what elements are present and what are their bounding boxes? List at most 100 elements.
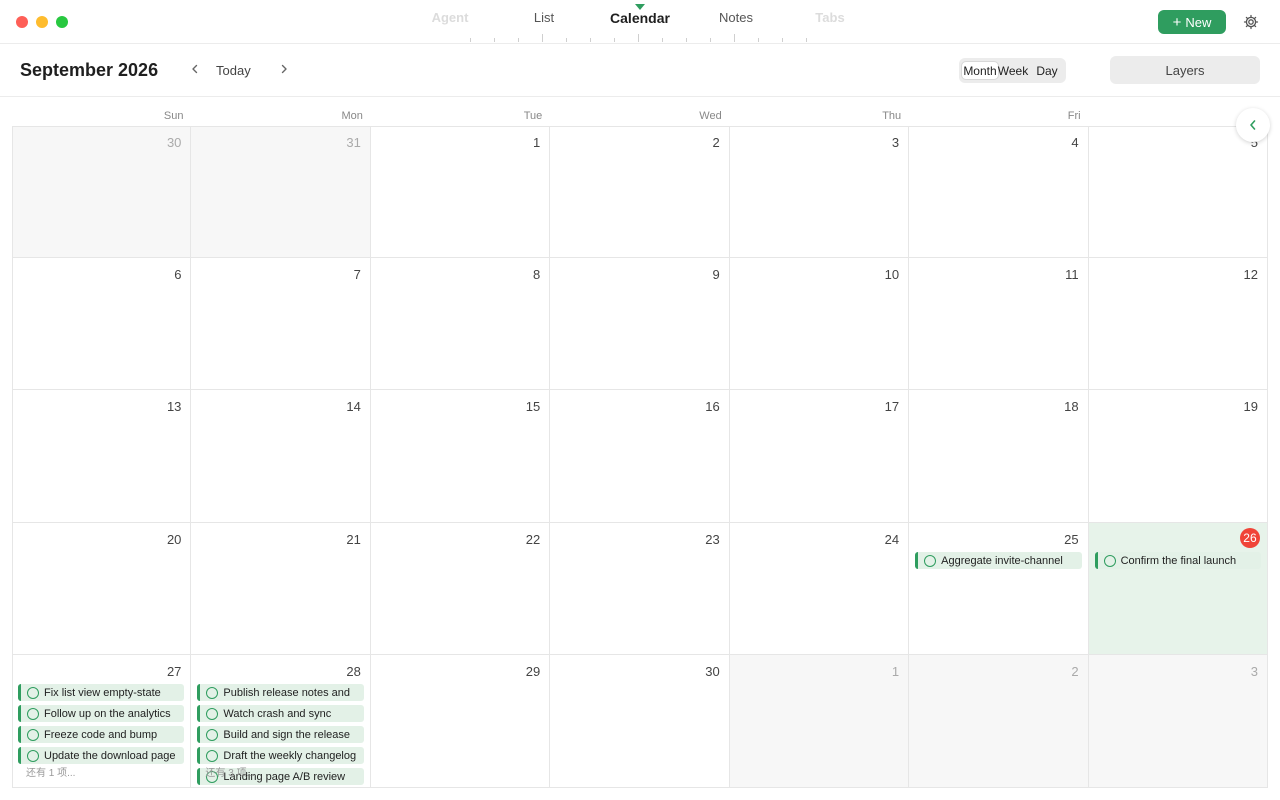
minimize-window-button[interactable] xyxy=(36,16,48,28)
event-chip[interactable]: Publish release notes and xyxy=(197,684,364,701)
tab-agent[interactable]: Agent xyxy=(432,10,469,25)
day-cell[interactable]: 6 xyxy=(12,258,192,390)
event-chip[interactable]: Draft the weekly changelog xyxy=(197,747,364,764)
day-cell[interactable]: 3 xyxy=(729,126,910,258)
day-cell[interactable]: 1 xyxy=(370,126,551,258)
event-chip[interactable]: Update the download page xyxy=(18,747,185,764)
day-cell[interactable]: 30 xyxy=(12,126,192,258)
day-cell[interactable]: 14 xyxy=(191,390,371,523)
event-chip[interactable]: Aggregate invite-channel xyxy=(915,552,1082,569)
day-cell[interactable]: 1 xyxy=(729,655,910,788)
collapse-sidebar-button[interactable] xyxy=(1236,108,1270,142)
day-number: 3 xyxy=(1250,664,1258,679)
day-number: 17 xyxy=(884,399,900,414)
event-title: Freeze code and bump xyxy=(44,728,158,741)
day-cell[interactable]: 25 Aggregate invite-channel xyxy=(909,523,1089,655)
task-checkbox-icon[interactable] xyxy=(27,749,39,762)
day-cell[interactable]: 13 xyxy=(12,390,192,523)
day-cell[interactable]: 15 xyxy=(370,390,551,523)
day-number: 30 xyxy=(166,135,182,150)
day-cell[interactable]: 31 xyxy=(191,126,371,258)
task-checkbox-icon[interactable] xyxy=(27,728,39,741)
day-cell[interactable]: 29 xyxy=(370,655,551,788)
task-checkbox-icon[interactable] xyxy=(27,707,39,720)
gear-icon[interactable] xyxy=(1243,14,1259,30)
day-cell[interactable]: 11 xyxy=(909,258,1089,390)
day-number: 9 xyxy=(712,267,720,282)
more-events-link[interactable]: 还有 1 项... xyxy=(26,764,75,779)
day-number: 11 xyxy=(1065,267,1079,282)
day-cell[interactable]: 2 xyxy=(909,655,1089,788)
day-cell[interactable]: 22 xyxy=(370,523,551,655)
day-cell[interactable]: 12 xyxy=(1088,258,1268,390)
mode-day[interactable]: Day xyxy=(1035,61,1059,80)
event-chip[interactable]: Freeze code and bump xyxy=(18,726,185,743)
chevron-left-icon xyxy=(192,64,198,74)
tab-list[interactable]: List xyxy=(534,10,554,25)
day-cell[interactable]: 7 xyxy=(191,258,371,390)
day-cell[interactable]: 18 xyxy=(909,390,1089,523)
day-cell[interactable]: 30 xyxy=(550,655,730,788)
weekday-mon: Mon xyxy=(341,110,363,122)
next-month-button[interactable] xyxy=(273,58,295,80)
today-button[interactable]: Today xyxy=(216,63,251,78)
day-cell[interactable]: 19 xyxy=(1088,390,1268,523)
day-cell[interactable]: 4 xyxy=(909,126,1089,258)
tab-tabs[interactable]: Tabs xyxy=(815,10,844,25)
new-button[interactable]: + New xyxy=(1158,10,1226,34)
day-number: 3 xyxy=(891,135,900,150)
day-cell[interactable]: 10 xyxy=(729,258,910,390)
task-checkbox-icon[interactable] xyxy=(924,554,937,567)
day-cell[interactable]: 17 xyxy=(729,390,910,523)
day-cell[interactable]: 16 xyxy=(550,390,730,523)
tab-scroll-ruler xyxy=(470,34,810,42)
day-number: 8 xyxy=(533,267,541,282)
day-number: 16 xyxy=(705,399,720,414)
tab-calendar[interactable]: Calendar xyxy=(610,10,670,26)
task-checkbox-icon[interactable] xyxy=(206,749,219,762)
day-cell[interactable]: 3 xyxy=(1088,655,1268,788)
day-number: 23 xyxy=(705,532,720,547)
task-checkbox-icon[interactable] xyxy=(206,686,219,699)
day-cell[interactable]: 9 xyxy=(550,258,730,390)
event-chip[interactable]: Fix list view empty-state xyxy=(18,684,185,701)
event-chip[interactable]: Confirm the final launch xyxy=(1094,552,1261,569)
day-cell[interactable]: 21 xyxy=(191,523,371,655)
task-checkbox-icon[interactable] xyxy=(206,728,219,741)
task-checkbox-icon[interactable] xyxy=(27,686,39,699)
day-cell[interactable]: 28 Publish release notes and Watch crash a… xyxy=(191,655,371,788)
event-chip[interactable]: Follow up on the analytics xyxy=(18,705,185,722)
more-events-link[interactable]: 还有 3 项... xyxy=(205,764,254,779)
task-checkbox-icon[interactable] xyxy=(206,707,219,720)
event-chip[interactable]: Build and sign the release xyxy=(197,726,364,743)
day-cell[interactable]: 26 Confirm the final launch xyxy=(1088,523,1268,655)
close-window-button[interactable] xyxy=(16,16,28,28)
day-cell[interactable]: 8 xyxy=(370,258,551,390)
day-number: 13 xyxy=(166,399,182,414)
event-title: Draft the weekly changelog xyxy=(223,749,357,762)
layers-button[interactable]: Layers xyxy=(1110,56,1260,84)
day-cell[interactable]: 5 xyxy=(1088,126,1268,258)
event-title: Aggregate invite-channel xyxy=(941,554,1063,567)
day-number: 4 xyxy=(1071,135,1079,150)
day-cell[interactable]: 24 xyxy=(729,523,910,655)
month-grid: 30 31 1 2 3 4 5 6 7 8 9 10 11 12 13 14 15 16 17 18 19 20 21 22 2… xyxy=(12,126,1268,788)
previous-month-button[interactable] xyxy=(184,58,206,80)
day-number: 2 xyxy=(712,135,720,150)
event-title: Confirm the final launch xyxy=(1120,554,1237,567)
task-checkbox-icon[interactable] xyxy=(1103,554,1116,567)
mode-month[interactable]: Month xyxy=(961,61,999,80)
day-cell[interactable]: 23 xyxy=(550,523,730,655)
chevron-left-icon xyxy=(1250,120,1256,130)
calendar-toolbar: September 2026 Today Month Week Day Laye… xyxy=(0,44,1280,97)
day-number: 10 xyxy=(884,267,900,282)
tab-notes[interactable]: Notes xyxy=(719,10,753,25)
zoom-window-button[interactable] xyxy=(56,16,68,28)
mode-week[interactable]: Week xyxy=(996,61,1030,80)
day-cell[interactable]: 2 xyxy=(550,126,730,258)
day-cell[interactable]: 27 Fix list view empty-state Follow up on … xyxy=(12,655,192,788)
event-chip[interactable]: Watch crash and sync xyxy=(197,705,364,722)
day-number: 1 xyxy=(533,135,541,150)
day-cell[interactable]: 20 xyxy=(12,523,192,655)
plus-icon: + xyxy=(1172,13,1182,31)
